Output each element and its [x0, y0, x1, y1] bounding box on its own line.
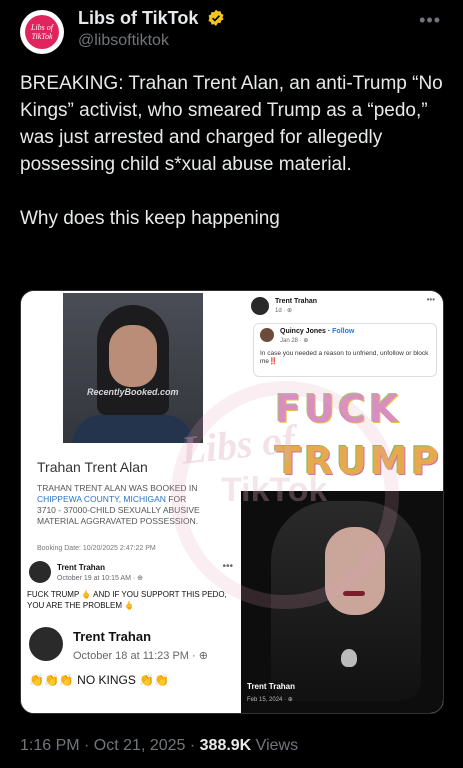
globe-icon: ⊕ — [287, 697, 293, 703]
photo-meta: Feb 15, 2024 · ⊕ — [247, 696, 293, 703]
quote-follow: Follow — [332, 328, 355, 335]
fb-top-meta: 1d · ⊕ — [275, 307, 292, 314]
booking-county-link: CHIPPEWA COUNTY, MICHIGAN — [37, 494, 166, 504]
tweet-timestamp[interactable]: 1:16 PM · Oct 21, 2025 · — [20, 737, 200, 754]
ellipsis-icon[interactable]: ••• — [419, 10, 441, 31]
fb-avatar — [260, 328, 274, 342]
mugshot-photo: RecentlyBooked.com — [63, 293, 203, 443]
fb-post-author: Trent Trahan — [57, 563, 106, 572]
fb-post-2: Trent Trahan October 18 at 11:23 PM · ⊕ … — [25, 621, 237, 711]
tweet-question: Why does this keep happening — [20, 208, 280, 229]
fb-top-author: Trent Trahan — [275, 298, 318, 305]
globe-icon: ⊕ — [198, 650, 208, 662]
photo-author: Trent Trahan — [247, 682, 296, 691]
avatar-logo: Libs of TikTok — [25, 15, 59, 49]
display-name[interactable]: Libs of TikTok — [78, 8, 225, 29]
display-name-text[interactable]: Libs of TikTok — [78, 8, 198, 28]
fb-post-body: FUCK TRUMP 🖕 AND IF YOU SUPPORT THIS PED… — [27, 590, 227, 610]
fb-post-meta: October 18 at 11:23 PM · ⊕ — [73, 649, 208, 662]
avatar[interactable]: Libs of TikTok — [20, 10, 64, 54]
quote-author-name: Quincy Jones — [280, 328, 326, 335]
globe-icon: ⊕ — [287, 308, 293, 314]
tweet-footer: 1:16 PM · Oct 21, 2025 · 388.9K Views — [20, 737, 298, 755]
watermark-text-2: TikTok — [221, 471, 328, 509]
quote-meta: Jan 28 · ⊕ — [280, 337, 308, 344]
quote-author: Quincy Jones · Follow — [280, 328, 355, 335]
quote-time: Jan 28 · — [280, 338, 304, 344]
quote-body: In case you needed a reason to unfriend,… — [260, 350, 429, 365]
fb-post-time: October 19 at 10:15 AM · — [57, 575, 138, 582]
mugshot-face — [109, 325, 157, 387]
tweet-body: BREAKING: Trahan Trent Alan, an anti-Tru… — [20, 73, 443, 175]
photo-lips — [343, 591, 365, 596]
tweet-text: BREAKING: Trahan Trent Alan, an anti-Tru… — [20, 70, 450, 232]
booking-name: Trahan Trent Alan — [37, 459, 148, 475]
booking-date: Booking Date: 10/20/2025 2:47:22 PM — [37, 545, 156, 552]
verified-badge-icon — [208, 9, 224, 26]
mugshot-shirt — [73, 415, 193, 443]
globe-icon: ⊕ — [303, 338, 309, 344]
globe-icon: ⊕ — [137, 575, 144, 582]
tweet-media-image[interactable]: RecentlyBooked.com Trahan Trent Alan TRA… — [20, 290, 444, 714]
fb-top-time: 1d · — [275, 308, 288, 314]
views-count: 388.9K — [199, 737, 252, 754]
fb-avatar — [251, 297, 269, 315]
fb-post-body: 👏👏👏 NO KINGS 👏👏 — [29, 673, 170, 687]
photo-date: Feb 15, 2024 · — [247, 697, 288, 703]
quoted-post: Quincy Jones · Follow Jan 28 · ⊕ In case… — [253, 323, 437, 377]
fb-post-time: October 18 at 11:23 PM · — [73, 650, 199, 662]
ellipsis-icon: ••• — [426, 295, 435, 304]
views-label: Views — [251, 737, 299, 754]
mugshot-watermark: RecentlyBooked.com — [87, 387, 179, 397]
fb-post-meta: October 19 at 10:15 AM · ⊕ — [57, 574, 143, 582]
fb-avatar — [29, 561, 51, 583]
skull-icon — [341, 649, 357, 667]
fb-avatar — [29, 627, 63, 661]
fb-post-author: Trent Trahan — [73, 629, 152, 644]
handle[interactable]: @libsoftiktok — [78, 32, 169, 50]
tweet-header: Libs of TikTok Libs of TikTok @libsoftik… — [20, 8, 453, 58]
